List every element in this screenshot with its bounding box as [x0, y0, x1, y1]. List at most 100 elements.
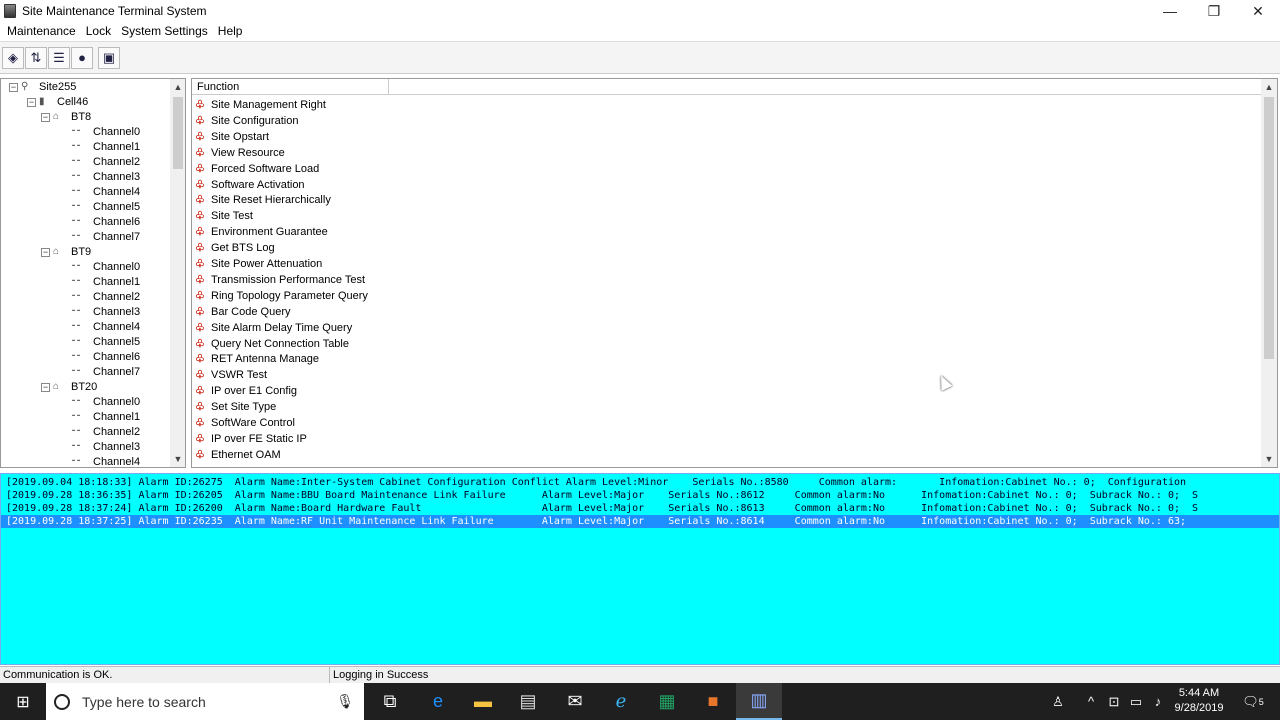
- tree-node-channel[interactable]: ⁃⁃ Channel4: [1, 455, 169, 467]
- function-item[interactable]: ♧ Ring Topology Parameter Query: [195, 288, 368, 304]
- function-item[interactable]: ♧ Set Site Type: [195, 399, 276, 415]
- settings-icon[interactable]: ☰: [48, 46, 70, 69]
- tree-node-channel[interactable]: ⁃⁃ Channel2: [1, 425, 169, 440]
- close-button[interactable]: ✕: [1236, 0, 1280, 22]
- tree-node-channel[interactable]: ⁃⁃ Channel7: [1, 230, 169, 245]
- collapse-icon[interactable]: −: [27, 98, 36, 107]
- task-view-icon[interactable]: ⧉: [367, 683, 413, 720]
- scroll-down-icon[interactable]: ▼: [170, 451, 185, 467]
- tree-node-channel[interactable]: ⁃⁃ Channel6: [1, 350, 169, 365]
- tree-node-channel[interactable]: ⁃⁃ Channel0: [1, 395, 169, 410]
- tree-node-channel[interactable]: ⁃⁃ Channel7: [1, 365, 169, 380]
- tree-node-channel[interactable]: ⁃⁃ Channel0: [1, 260, 169, 275]
- tree-node-channel[interactable]: ⁃⁃ Channel5: [1, 200, 169, 215]
- function-item[interactable]: ♧ Get BTS Log: [195, 240, 275, 256]
- notification-icon[interactable]: 🗨 5: [1238, 683, 1268, 720]
- function-item[interactable]: ♧ Software Activation: [195, 177, 305, 193]
- tree-node-channel[interactable]: ⁃⁃ Channel3: [1, 170, 169, 185]
- tree-node-channel[interactable]: ⁃⁃ Channel1: [1, 410, 169, 425]
- restore-button[interactable]: ❐: [1192, 0, 1236, 22]
- tray-chevron-icon[interactable]: ^: [1082, 683, 1100, 720]
- tree-node-channel[interactable]: ⁃⁃ Channel1: [1, 140, 169, 155]
- function-item[interactable]: ♧ Environment Guarantee: [195, 224, 328, 240]
- transfer-icon[interactable]: ⇅: [25, 46, 47, 69]
- function-item[interactable]: ♧ Site Configuration: [195, 113, 298, 129]
- battery-icon[interactable]: ▭: [1126, 683, 1146, 720]
- tree-node-bts[interactable]: − ⌂ BT20: [1, 380, 169, 395]
- edge-icon[interactable]: e: [415, 683, 461, 720]
- tree-node-channel[interactable]: ⁃⁃ Channel1: [1, 275, 169, 290]
- file-explorer-icon[interactable]: ▬: [460, 683, 506, 720]
- menu-help[interactable]: Help: [213, 22, 248, 40]
- menu-maintenance[interactable]: Maintenance: [2, 22, 81, 40]
- menu-lock[interactable]: Lock: [81, 22, 116, 40]
- function-scrollbar[interactable]: ▲ ▼: [1261, 79, 1277, 467]
- tree-scrollbar[interactable]: ▲ ▼: [170, 79, 185, 467]
- tree-node-channel[interactable]: ⁃⁃ Channel2: [1, 290, 169, 305]
- alarm-row[interactable]: [2019.09.28 18:37:24] Alarm ID:26200 Ala…: [1, 502, 1279, 515]
- function-item[interactable]: ♧ Site Management Right: [195, 97, 326, 113]
- function-item[interactable]: ♧ Transmission Performance Test: [195, 272, 365, 288]
- function-icon: ♧: [195, 273, 205, 286]
- collapse-icon[interactable]: −: [41, 248, 50, 257]
- function-item[interactable]: ♧ Site Reset Hierarchically: [195, 192, 331, 208]
- tree-node-channel[interactable]: ⁃⁃ Channel6: [1, 215, 169, 230]
- scroll-thumb[interactable]: [173, 97, 183, 169]
- function-item[interactable]: ♧ Site Power Attenuation: [195, 256, 322, 272]
- tree-node-bts[interactable]: − ⌂ BT8: [1, 110, 169, 125]
- site-terminal-taskbar-icon[interactable]: ▥: [736, 683, 782, 720]
- function-item[interactable]: ♧ Site Alarm Delay Time Query: [195, 320, 352, 336]
- scroll-up-icon[interactable]: ▲: [1261, 79, 1277, 95]
- menu-system-settings[interactable]: System Settings: [116, 22, 213, 40]
- tree-node-cell[interactable]: − ▮ Cell46: [1, 95, 169, 110]
- taskbar-clock[interactable]: 5:44 AM 9/28/2019: [1163, 686, 1235, 716]
- tree-node-channel[interactable]: ⁃⁃ Channel4: [1, 320, 169, 335]
- function-item[interactable]: ♧ IP over FE Static IP: [195, 431, 307, 447]
- excel-icon[interactable]: ▦: [644, 683, 690, 720]
- scroll-down-icon[interactable]: ▼: [1261, 451, 1277, 467]
- function-item[interactable]: ♧ Forced Software Load: [195, 161, 319, 177]
- taskbar-search[interactable]: Type here to search 🎙: [46, 683, 364, 720]
- collapse-icon[interactable]: −: [41, 383, 50, 392]
- globe-icon[interactable]: ●: [71, 46, 93, 69]
- function-item[interactable]: ♧ Bar Code Query: [195, 304, 290, 320]
- report-icon[interactable]: ▣: [98, 46, 120, 69]
- tree-node-channel[interactable]: ⁃⁃ Channel4: [1, 185, 169, 200]
- microphone-icon[interactable]: 🎙: [336, 693, 354, 710]
- function-item[interactable]: ♧ Site Opstart: [195, 129, 269, 145]
- scroll-up-icon[interactable]: ▲: [170, 79, 185, 95]
- mail-icon[interactable]: ✉: [552, 683, 598, 720]
- store-icon[interactable]: ▤: [505, 683, 551, 720]
- function-item[interactable]: ♧ Query Net Connection Table: [195, 336, 349, 352]
- tree-node-site[interactable]: − ⚲ Site255: [1, 80, 169, 95]
- function-item[interactable]: ♧ RET Antenna Manage: [195, 351, 319, 367]
- tree-node-bts[interactable]: − ⌂ BT9: [1, 245, 169, 260]
- alarm-row[interactable]: [2019.09.28 18:36:35] Alarm ID:26205 Ala…: [1, 489, 1279, 502]
- windows-start-icon[interactable]: ⊞: [0, 683, 46, 720]
- scroll-thumb[interactable]: [1264, 97, 1274, 359]
- collapse-icon[interactable]: −: [9, 83, 18, 92]
- function-item[interactable]: ♧ Ethernet OAM: [195, 447, 281, 463]
- tree-node-channel[interactable]: ⁃⁃ Channel2: [1, 155, 169, 170]
- network-icon[interactable]: ⊡: [1104, 683, 1124, 720]
- function-item[interactable]: ♧ IP over E1 Config: [195, 383, 297, 399]
- tree-node-channel[interactable]: ⁃⁃ Channel3: [1, 305, 169, 320]
- function-item[interactable]: ♧ VSWR Test: [195, 367, 267, 383]
- people-icon[interactable]: ♙: [1046, 683, 1070, 720]
- minimize-button[interactable]: —: [1148, 0, 1192, 22]
- collapse-icon[interactable]: −: [41, 113, 50, 122]
- tree-node-channel[interactable]: ⁃⁃ Channel0: [1, 125, 169, 140]
- function-item[interactable]: ♧ Site Test: [195, 208, 253, 224]
- alarm-row[interactable]: [2019.09.28 18:37:25] Alarm ID:26235 Ala…: [1, 515, 1279, 528]
- alarm-row[interactable]: [2019.09.04 18:18:33] Alarm ID:26275 Ala…: [1, 476, 1279, 489]
- internet-explorer-icon[interactable]: ℯ: [598, 683, 644, 720]
- function-icon: ♧: [195, 385, 205, 398]
- function-item[interactable]: ♧ View Resource: [195, 145, 285, 161]
- connect-icon[interactable]: ◈: [2, 46, 24, 69]
- function-item[interactable]: ♧ SoftWare Control: [195, 415, 295, 431]
- tree-node-label: Channel1: [93, 141, 141, 153]
- function-column-header[interactable]: Function: [192, 79, 389, 95]
- tree-node-channel[interactable]: ⁃⁃ Channel5: [1, 335, 169, 350]
- tree-node-channel[interactable]: ⁃⁃ Channel3: [1, 440, 169, 455]
- media-app-icon[interactable]: ■: [690, 683, 736, 720]
